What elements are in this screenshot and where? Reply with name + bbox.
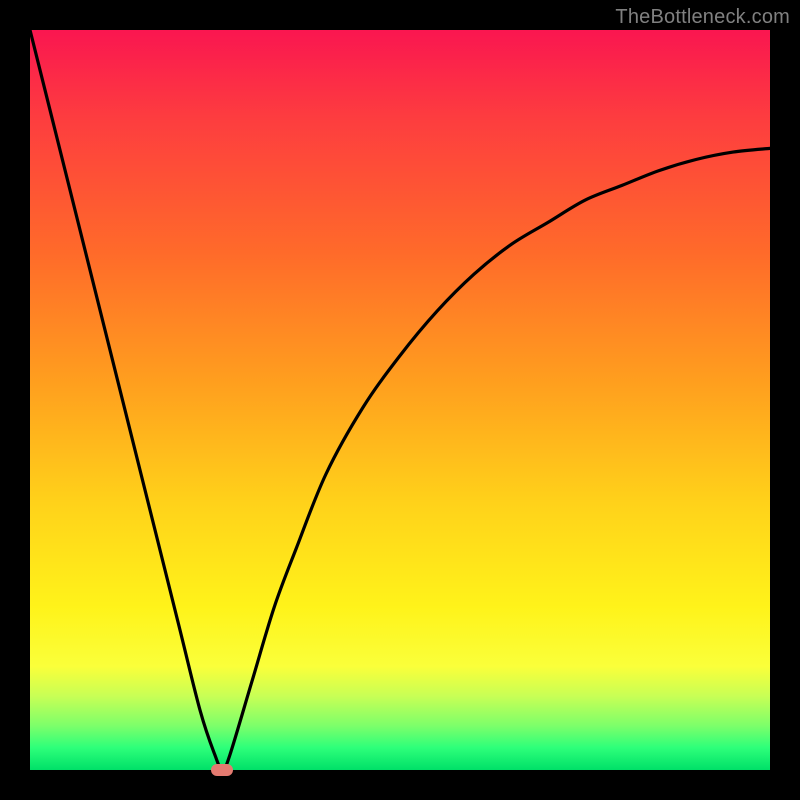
chart-frame: TheBottleneck.com	[0, 0, 800, 800]
bottleneck-curve	[30, 30, 770, 770]
minimum-marker	[211, 764, 233, 776]
plot-area	[30, 30, 770, 770]
watermark-text: TheBottleneck.com	[615, 6, 790, 29]
curve-svg	[30, 30, 770, 770]
